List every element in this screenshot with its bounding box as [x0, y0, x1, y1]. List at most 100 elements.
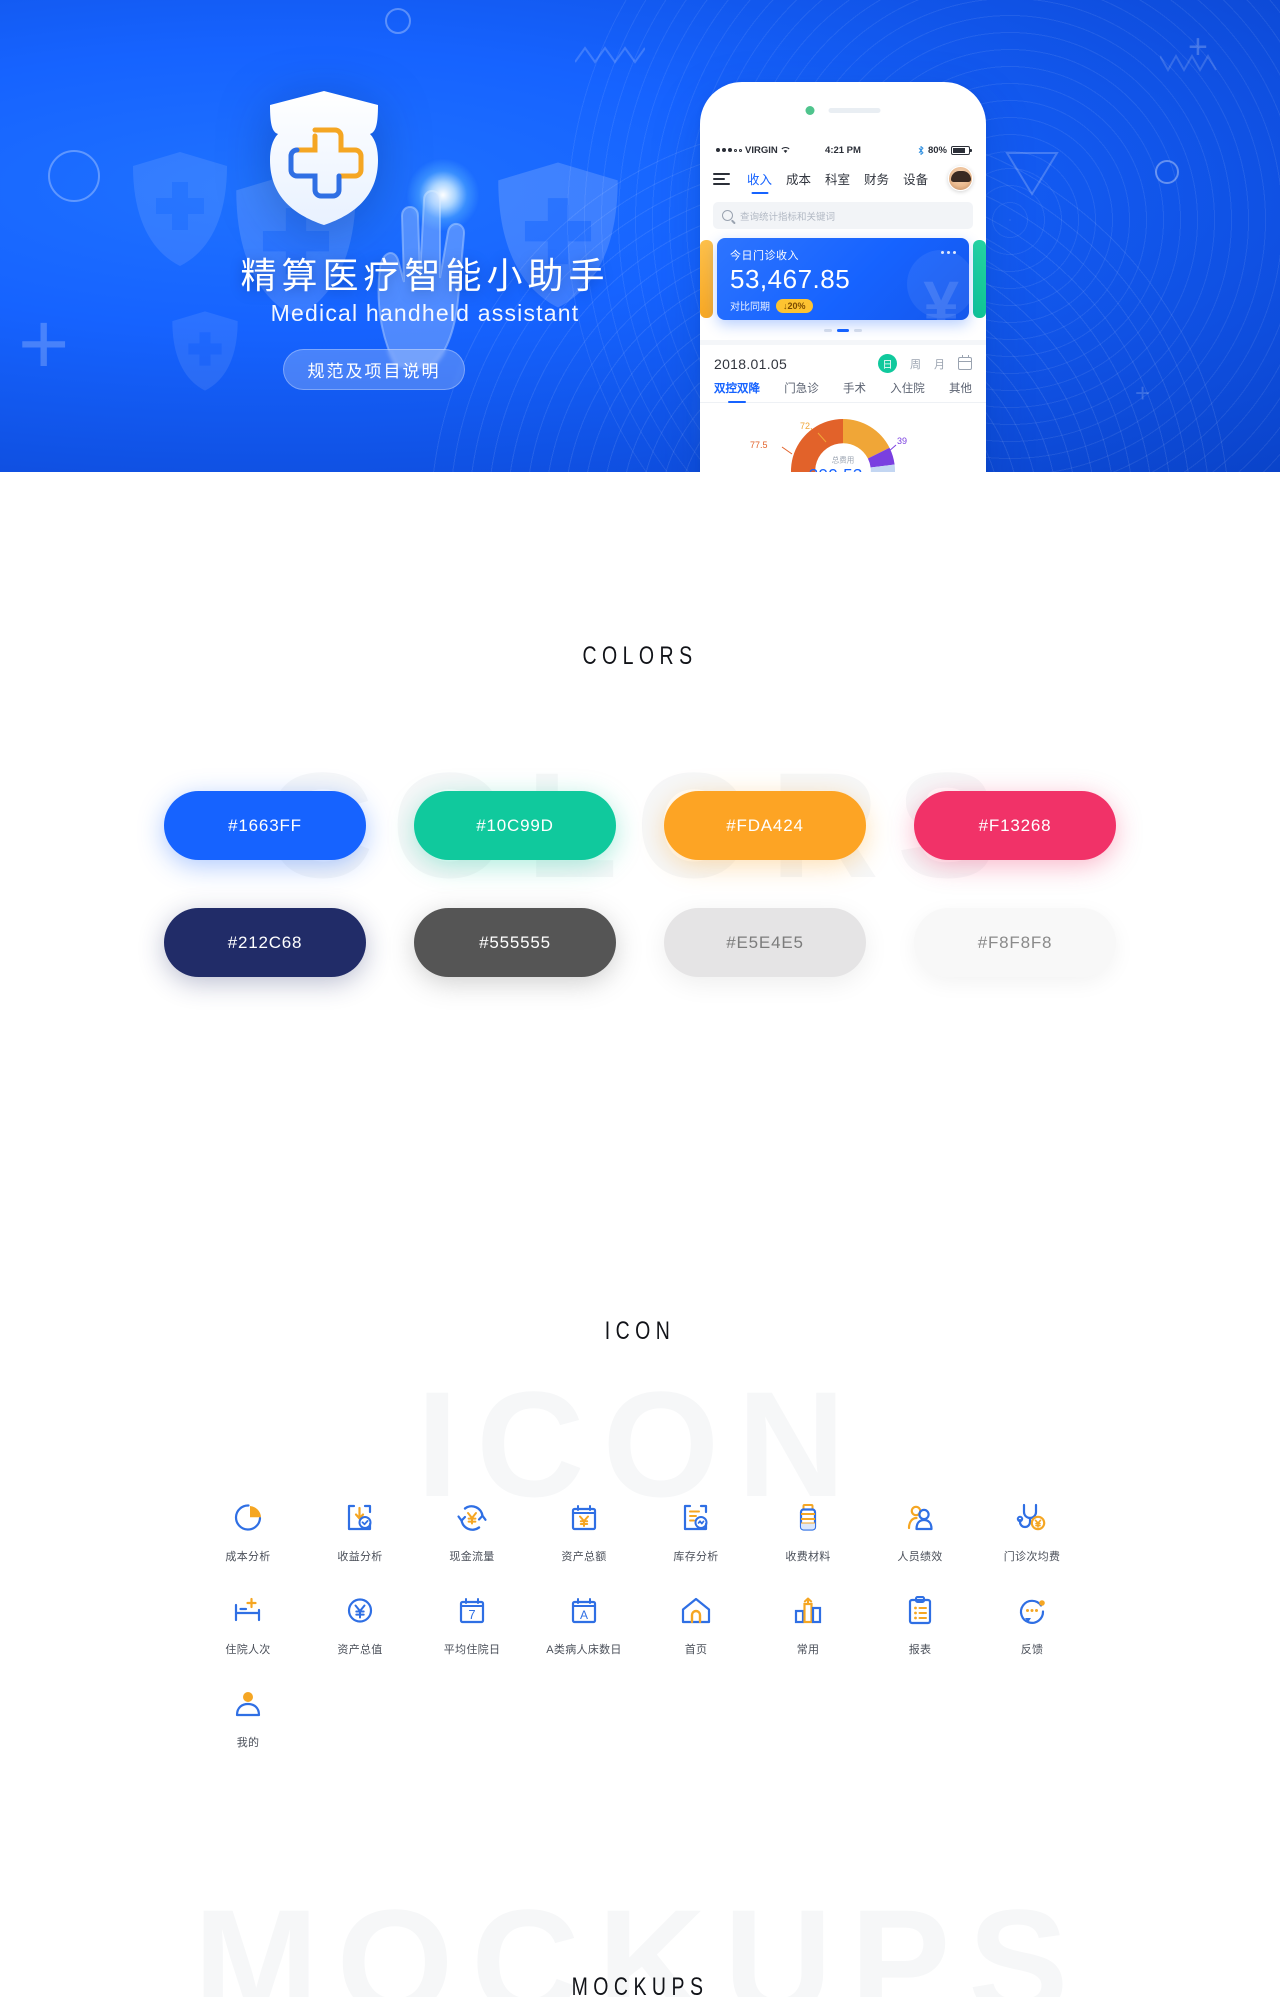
icon-label: 资产总额	[561, 1551, 607, 1563]
subtab-outpatient-emergency[interactable]: 门急诊	[784, 380, 819, 396]
donut-callout-2: 39	[897, 436, 908, 446]
carousel-pager[interactable]	[700, 329, 986, 332]
color-swatch-FDA424[interactable]: #FDA424	[664, 791, 866, 860]
donut-center-label: 总费用 390.53万元	[803, 455, 883, 473]
icon-cell-outpatient-avg-cost[interactable]: 门诊次均费	[976, 1501, 1088, 1564]
color-swatch-10C99D[interactable]: #10C99D	[414, 791, 616, 860]
range-day-button[interactable]: 日	[878, 354, 897, 373]
kpi-compare-label: 对比同期	[730, 302, 770, 313]
kpi-carousel: ¥ 今日门诊收入 53,467.85 对比同期 ↓20%	[700, 238, 986, 322]
icon-cell-inpatient-visits[interactable]: 住院人次	[192, 1594, 304, 1657]
range-week-button[interactable]: 周	[910, 356, 921, 372]
subtab-dual-control[interactable]: 双控双降	[714, 380, 760, 396]
tab-cost[interactable]: 成本	[779, 167, 818, 190]
color-swatch-1663FF[interactable]: #1663FF	[164, 791, 366, 860]
clock-label: 4:21 PM	[825, 144, 861, 156]
tab-income[interactable]: 收入	[740, 167, 779, 190]
carrier-label: VIRGIN	[745, 144, 778, 156]
icon-cell-staff-performance[interactable]: 人员绩效	[864, 1501, 976, 1564]
pager-dot[interactable]	[824, 329, 832, 332]
spec-and-project-button[interactable]: 规范及项目说明	[283, 349, 465, 390]
subtab-other[interactable]: 其他	[949, 380, 972, 396]
icon-label: 首页	[684, 1644, 708, 1656]
earpiece-speaker	[828, 108, 881, 113]
svg-text:7: 7	[468, 1607, 475, 1622]
donut-callout-1: 72,	[800, 421, 813, 431]
icon-cell-billing-materials[interactable]: 收费材料	[752, 1501, 864, 1564]
icon-cell-total-assets[interactable]: 资产总额	[528, 1501, 640, 1564]
total-assets-icon	[571, 1505, 597, 1531]
icon-cell-feedback[interactable]: 反馈	[976, 1594, 1088, 1657]
color-swatch-F13268[interactable]: #F13268	[914, 791, 1116, 860]
cost-analysis-icon	[234, 1504, 262, 1531]
icon-cell-cost-analysis[interactable]: 成本分析	[192, 1501, 304, 1564]
frequently-used-icon	[794, 1597, 822, 1624]
card-more-icon[interactable]	[941, 251, 956, 254]
icon-label: 资产总值	[337, 1644, 383, 1656]
avatar[interactable]	[948, 166, 973, 191]
plus-decor: +	[18, 294, 70, 393]
icon-cell-inventory-analysis[interactable]: 库存分析	[640, 1501, 752, 1564]
icon-cell-cash-flow[interactable]: 现金流量	[416, 1501, 528, 1564]
tab-finance[interactable]: 财务	[857, 167, 896, 190]
icon-label: 库存分析	[673, 1551, 719, 1563]
svg-text:A: A	[580, 1608, 588, 1622]
hero-title-group: 精算医疗智能小助手 Medical handheld assistant	[215, 255, 635, 327]
revenue-analysis-icon	[347, 1504, 372, 1531]
color-swatch-F8F8F8[interactable]: #F8F8F8	[914, 908, 1116, 977]
search-input[interactable]: 查询统计指标和关键词	[713, 202, 973, 229]
icon-cell-avg-stay-days[interactable]: 7 平均住院日	[416, 1594, 528, 1657]
icon-cell-revenue-analysis[interactable]: 收益分析	[304, 1501, 416, 1564]
icon-label: 成本分析	[225, 1551, 271, 1563]
profile-icon	[235, 1692, 261, 1717]
tab-department[interactable]: 科室	[818, 167, 857, 190]
pager-dot[interactable]	[854, 329, 862, 332]
icon-cell-frequently-used[interactable]: 常用	[752, 1594, 864, 1657]
colors-section: COLORS COLORS #1663FF #10C99D #FDA424 #F…	[0, 642, 1280, 1202]
color-swatch-E5E4E5[interactable]: #E5E4E5	[664, 908, 866, 977]
battery-percent-label: 80%	[927, 144, 947, 156]
mockups-section-title: MOCKUPS	[571, 1973, 709, 1997]
icon-cell-class-a-bed-days[interactable]: A A类病人床数日	[528, 1594, 640, 1657]
color-swatch-555555[interactable]: #555555	[414, 908, 616, 977]
range-month-button[interactable]: 月	[934, 356, 945, 372]
mockups-section: MOCKUPS MOCKUPS	[0, 1877, 1280, 1997]
selected-date: 2018.01.05	[714, 355, 788, 372]
icon-cell-total-asset-value[interactable]: 资产总值	[304, 1594, 416, 1657]
total-asset-value-icon	[347, 1598, 373, 1623]
icon-label: A类病人床数日	[546, 1644, 622, 1656]
staff-performance-icon	[907, 1505, 933, 1531]
icon-cell-home[interactable]: 首页	[640, 1594, 752, 1657]
ghost-shield-decor	[130, 150, 230, 268]
signal-strength-icon	[716, 148, 742, 152]
expense-donut-chart: 72, 39 117 37.5 77.5 总费用 390.53万元	[700, 409, 986, 472]
calendar-icon[interactable]	[957, 355, 973, 370]
plus-decor: +	[1135, 378, 1151, 408]
circle-decor	[385, 8, 411, 34]
icon-ghost-word: ICON	[416, 1360, 864, 1528]
phone-mockup: VIRGIN 4:21 PM 80% 收入 成本 科室 财务 设备 查询统计指标…	[700, 82, 986, 472]
carousel-next-card[interactable]	[973, 240, 986, 318]
menu-icon[interactable]	[713, 172, 730, 185]
icon-label: 报表	[908, 1644, 932, 1656]
icon-section-title: ICON	[604, 1317, 676, 1345]
subtab-inpatient[interactable]: 入住院	[890, 380, 925, 396]
front-camera-icon	[805, 106, 815, 115]
donut-center-value: 390.53	[809, 466, 863, 473]
tab-equipment[interactable]: 设备	[896, 167, 935, 190]
icon-cell-report[interactable]: 报表	[864, 1594, 976, 1657]
battery-icon	[950, 145, 972, 155]
carousel-prev-card[interactable]	[700, 240, 713, 318]
circle-decor	[48, 150, 100, 202]
icon-label: 收益分析	[337, 1551, 383, 1563]
home-icon	[681, 1597, 711, 1624]
pager-dot-active[interactable]	[837, 329, 849, 332]
kpi-card-today-outpatient-income[interactable]: ¥ 今日门诊收入 53,467.85 对比同期 ↓20%	[717, 238, 969, 320]
icon-grid: 成本分析 收益分析 现金流量 资产总额 库存分析 收费材料 人员绩效 门诊次均费…	[0, 1501, 1280, 1750]
subtab-surgery[interactable]: 手术	[843, 380, 866, 396]
colors-section-title: COLORS	[582, 642, 698, 670]
icon-label: 现金流量	[449, 1551, 495, 1563]
icon-cell-profile[interactable]: 我的	[192, 1687, 304, 1750]
color-swatch-212C68[interactable]: #212C68	[164, 908, 366, 977]
phone-top-bezel	[700, 82, 986, 140]
